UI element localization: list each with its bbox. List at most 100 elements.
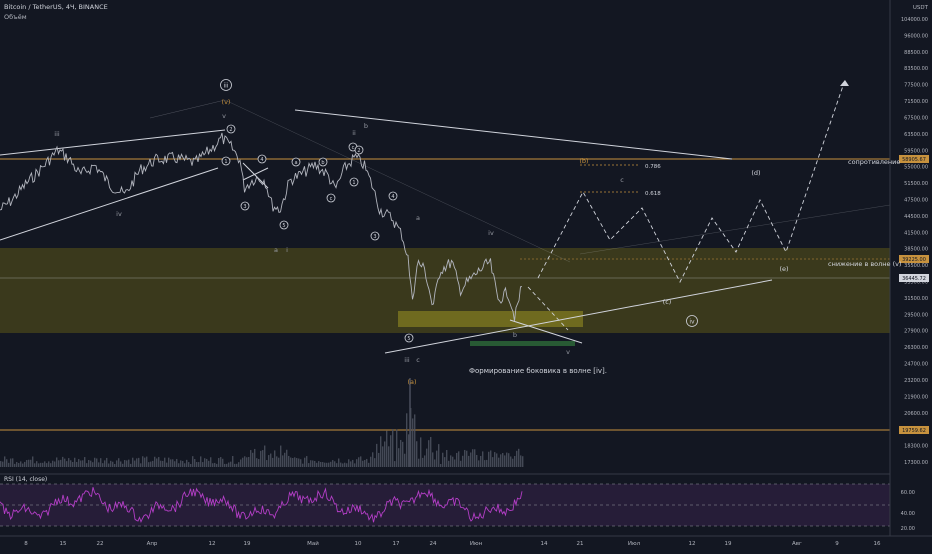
volume-bar: [166, 462, 168, 467]
price-tick-label: 47500.00: [904, 197, 928, 203]
volume-bar: [60, 459, 62, 467]
volume-bar: [238, 462, 240, 467]
chart-svg[interactable]: USDT 104000.00 96000.00 88500.00 83500.00 77…: [0, 0, 932, 550]
volume-bar: [518, 448, 520, 467]
wave-label-a-paren: (a): [407, 378, 416, 386]
volume-bar: [432, 452, 434, 467]
volume-bar: [506, 452, 508, 467]
price-tick-label: 17300.00: [904, 460, 928, 466]
volume-bar: [188, 462, 190, 467]
resistance-label: сопротивление: [848, 158, 900, 166]
volume-bar: [296, 458, 298, 467]
volume-bar: [44, 461, 46, 467]
volume-bar: [516, 450, 518, 467]
price-tick-label: 67500.00: [904, 115, 928, 121]
volume-bar: [232, 456, 234, 467]
volume-bar: [46, 463, 48, 467]
volume-bar: [462, 455, 464, 467]
volume-bar: [52, 460, 54, 467]
volume-bar: [480, 455, 482, 467]
volume-bar: [236, 463, 238, 467]
volume-bar: [400, 439, 402, 467]
volume-bar: [448, 460, 450, 467]
wave-label-c-bottom: c: [416, 356, 420, 364]
wave-label-c-marker: c: [330, 196, 333, 202]
volume-bar: [258, 459, 260, 467]
volume-bar: [384, 441, 386, 467]
volume-bar: [200, 456, 202, 467]
volume-bar: [16, 462, 18, 467]
wave-label-iv-left: iv: [116, 210, 122, 218]
volume-bar: [242, 457, 244, 467]
support-zone: [398, 311, 583, 327]
volume-bar: [452, 456, 454, 467]
time-tick-label: 9: [835, 541, 839, 547]
volume-bar: [158, 457, 160, 467]
volume-bar: [422, 457, 424, 467]
wave-label-v-paren: (v): [222, 98, 231, 106]
price-tick-label: 26300.00: [904, 345, 928, 351]
time-tick-label: Июн: [470, 541, 483, 547]
time-tick-label: 15: [60, 541, 67, 547]
symbol-title[interactable]: Bitcoin / TetherUS, 4Ч, BINANCE: [4, 3, 108, 11]
price-tick-label: 104000.00: [901, 17, 928, 23]
volume-bar: [472, 449, 474, 467]
volume-bar: [446, 449, 448, 467]
volume-bar: [468, 455, 470, 467]
price-tick-label: 41500.00: [904, 230, 928, 236]
time-tick-label: 10: [355, 541, 362, 547]
volume-bar: [104, 460, 106, 467]
volume-bar: [168, 457, 170, 467]
volume-bar: [94, 457, 96, 467]
time-tick-label: Апр: [147, 541, 158, 547]
volume-bar: [32, 456, 34, 467]
volume-bar: [20, 461, 22, 467]
volume-bar: [386, 430, 388, 467]
price-tick-label: 23200.00: [904, 378, 928, 384]
volume-bar: [84, 457, 86, 467]
volume-bar: [176, 458, 178, 467]
chart-area[interactable]: USDT 104000.00 96000.00 88500.00 83500.00 77…: [0, 0, 932, 550]
volume-bar: [520, 455, 522, 467]
volume-bar: [514, 455, 516, 467]
price-tick-label: 18300.00: [904, 444, 928, 450]
volume-bar: [82, 460, 84, 467]
volume-bar: [470, 452, 472, 467]
volume-bar: [138, 457, 140, 467]
volume-bar: [310, 460, 312, 467]
rsi-tick-label: 20.00: [901, 526, 915, 532]
time-tick-label: 19: [244, 541, 251, 547]
volume-bar: [478, 460, 480, 467]
volume-bar: [288, 455, 290, 467]
rsi-legend[interactable]: RSI (14, close): [4, 476, 47, 483]
volume-bar: [40, 462, 42, 467]
volume-bar: [192, 456, 194, 467]
volume-bar: [394, 461, 396, 467]
volume-bar: [234, 463, 236, 467]
wave-label-iv-circle: iv: [689, 319, 695, 326]
volume-bar: [362, 460, 364, 467]
volume-bar: [424, 455, 426, 467]
volume-bar: [270, 453, 272, 467]
volume-bar: [140, 463, 142, 467]
volume-bar: [218, 458, 220, 467]
time-tick-label: Авг: [792, 541, 802, 547]
fib-786-label: 0.786: [645, 164, 661, 170]
volume-bar: [312, 460, 314, 467]
volume-bar: [64, 458, 66, 467]
volume-bar: [306, 456, 308, 467]
volume-bar: [264, 445, 266, 467]
wave-label-iii-left: iii: [54, 130, 60, 138]
volume-bar: [152, 460, 154, 467]
volume-bar: [112, 461, 114, 467]
volume-bar: [326, 462, 328, 467]
volume-bar: [308, 463, 310, 467]
volume-bar: [294, 457, 296, 467]
volume-bar: [496, 453, 498, 467]
volume-bar: [500, 454, 502, 467]
volume-bar: [370, 456, 372, 467]
price-tick-label: 71500.00: [904, 99, 928, 105]
volume-bar: [430, 436, 432, 467]
volume-bar: [148, 462, 150, 467]
wave-label-5b: 5: [407, 336, 410, 342]
